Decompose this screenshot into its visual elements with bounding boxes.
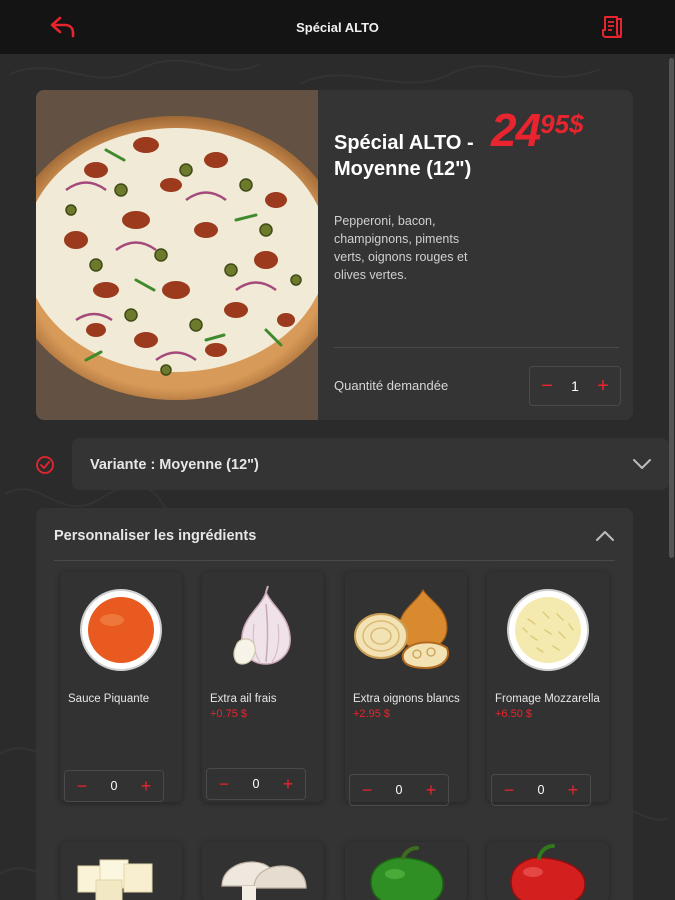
increase-button[interactable]: +	[564, 780, 582, 800]
chevron-down-icon	[633, 459, 651, 469]
ingredients-title: Personnaliser les ingrédients	[54, 528, 257, 544]
ingredient-stepper: − 0 +	[64, 770, 164, 802]
decrease-button[interactable]: −	[358, 780, 376, 800]
increase-button[interactable]: +	[137, 776, 155, 796]
ingredient-name: Sauce Piquante	[68, 693, 150, 705]
mushroom-icon	[221, 861, 307, 900]
back-arrow-icon[interactable]	[48, 14, 78, 40]
price-currency: $	[569, 109, 584, 139]
quantity-stepper: − 1 +	[529, 366, 621, 406]
decrease-button[interactable]: −	[500, 780, 518, 800]
ingredient-quantity: 0	[537, 783, 545, 797]
onion-icon	[354, 588, 449, 670]
divider	[334, 347, 619, 348]
product-description: Pepperoni, bacon, champignons, piments v…	[334, 214, 468, 282]
pizza-image	[36, 90, 318, 420]
divider	[54, 560, 615, 561]
variant-dropdown[interactable]: Variante : Moyenne (12")	[72, 438, 669, 490]
ingredient-quantity: 0	[252, 777, 260, 791]
feta-cheese-icon	[77, 859, 153, 900]
ingredient-stepper: − 0 +	[491, 774, 591, 806]
ingredient-card: Fromage Mozzarella +6.50 $ − 0 +	[487, 572, 609, 806]
garlic-icon	[233, 585, 291, 665]
green-pepper-icon	[370, 846, 444, 900]
scrollbar[interactable]	[668, 54, 675, 900]
quantity-value: 1	[571, 378, 579, 394]
ingredients-panel: Personnaliser les ingrédients Sauce Piqu…	[36, 508, 633, 900]
increase-button[interactable]: +	[422, 780, 440, 800]
ingredient-stepper: − 0 +	[206, 768, 306, 800]
top-bar: Spécial ALTO	[0, 0, 675, 54]
decrease-button[interactable]: −	[215, 774, 233, 794]
ingredient-name: Fromage Mozzarella +6.50 $	[495, 693, 600, 720]
ingredient-card	[60, 842, 182, 900]
price-integer: 24	[491, 104, 541, 156]
ingredient-name: Extra ail frais +0.75 $	[210, 693, 277, 720]
product-name: Spécial ALTO - Moyenne (12")	[334, 132, 474, 180]
receipt-icon[interactable]	[598, 13, 626, 41]
product-price: 24 95 $	[491, 104, 584, 156]
product-card: Spécial ALTO - Moyenne (12") 24 95 $ Pep…	[36, 90, 633, 420]
decrease-button[interactable]: −	[73, 776, 91, 796]
ingredient-card	[345, 842, 467, 900]
chevron-up-icon[interactable]	[595, 527, 615, 545]
mozzarella-bowl-icon	[507, 589, 589, 671]
ingredient-card: Sauce Piquante − 0 +	[60, 572, 182, 802]
ingredient-stepper: − 0 +	[349, 774, 449, 806]
ingredient-card	[202, 842, 324, 900]
red-pepper-icon	[510, 844, 586, 900]
ingredient-card: Extra oignons blancs +2.95 $ − 0 +	[345, 572, 467, 806]
decrease-button[interactable]: −	[538, 376, 556, 396]
check-circle-icon	[36, 456, 54, 474]
page-title: Spécial ALTO	[296, 19, 379, 35]
ingredient-card	[487, 842, 609, 900]
increase-button[interactable]: +	[594, 376, 612, 396]
ingredient-quantity: 0	[395, 783, 403, 797]
increase-button[interactable]: +	[279, 774, 297, 794]
quantity-label: Quantité demandée	[334, 378, 449, 393]
ingredient-quantity: 0	[110, 779, 118, 793]
variant-label: Variante : Moyenne (12")	[90, 457, 259, 473]
price-cents: 95	[540, 109, 570, 139]
hot-sauce-bowl-icon	[80, 589, 162, 671]
ingredient-card: Extra ail frais +0.75 $ − 0 +	[202, 572, 324, 802]
ingredient-name: Extra oignons blancs +2.95 $	[353, 693, 460, 720]
